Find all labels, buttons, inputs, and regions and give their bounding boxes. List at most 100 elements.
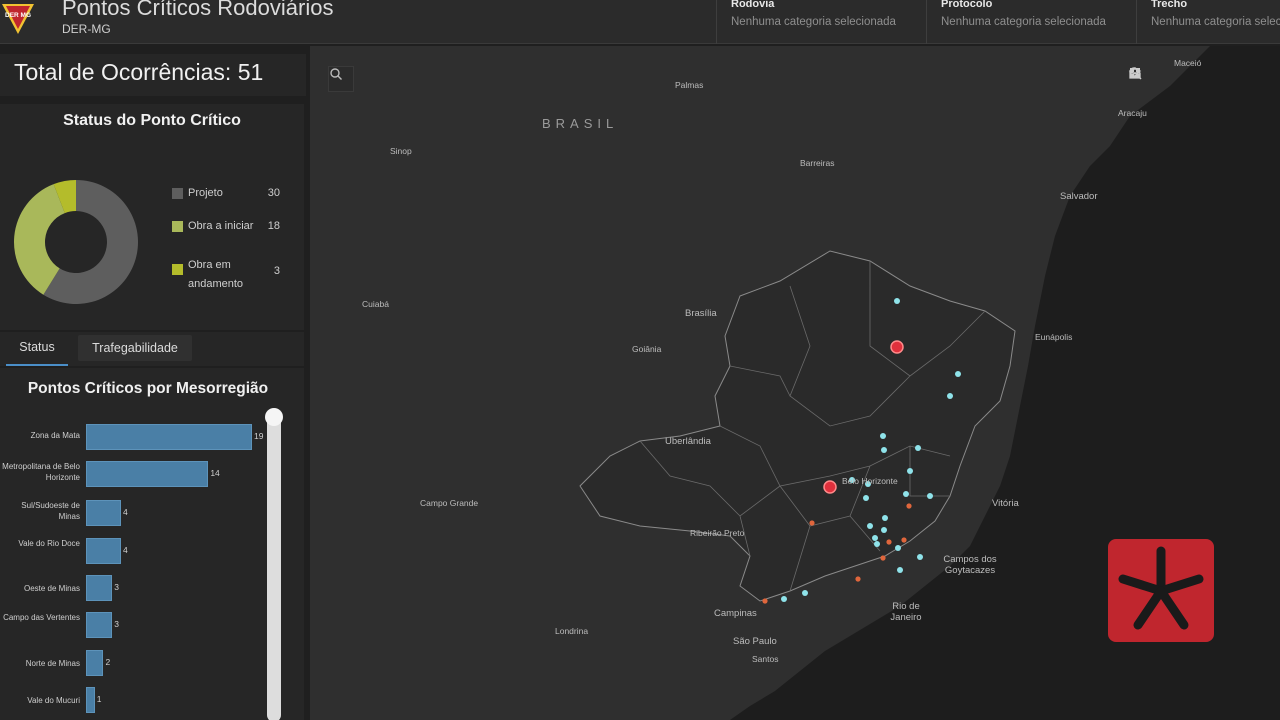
- map-point[interactable]: [886, 539, 892, 545]
- map-toolbar: [1128, 66, 1268, 94]
- tab-status[interactable]: Status: [6, 332, 68, 366]
- map-point[interactable]: [802, 590, 808, 596]
- bar[interactable]: [86, 424, 252, 450]
- map-point[interactable]: [872, 535, 878, 541]
- bar-label: Vale do Mucuri: [27, 696, 80, 705]
- bar-value: 2: [105, 657, 111, 667]
- bar[interactable]: [86, 575, 113, 601]
- city-label: Palmas: [675, 80, 704, 90]
- city-label: Campos dos Goytacazes: [943, 554, 997, 576]
- bar-label: Campo das Vertentes: [3, 613, 80, 622]
- bar-row-vale-do-mucuri[interactable]: Vale do Mucuri 1: [0, 687, 290, 713]
- bar-row-zona-da-mata[interactable]: Zona da Mata 19: [0, 424, 290, 450]
- map-point[interactable]: [917, 554, 923, 560]
- bar[interactable]: [86, 612, 113, 638]
- map-layers-button[interactable]: [1128, 66, 1240, 94]
- city-label: Campo Grande: [420, 498, 479, 508]
- legend-name: Obra em andamento: [188, 259, 244, 290]
- map-point[interactable]: [906, 503, 912, 509]
- map-point[interactable]: [897, 567, 903, 573]
- grid-icon: [1130, 68, 1140, 78]
- bar-value: 3: [114, 582, 119, 592]
- status-donut-chart: [14, 180, 138, 304]
- map-zoom-icon: [330, 68, 342, 80]
- app-title: Pontos Críticos Rodoviários: [62, 0, 334, 20]
- svg-text:DER MG: DER MG: [5, 12, 31, 19]
- legend-item-obra-em-andamento[interactable]: Obra em andamento 3: [172, 256, 292, 296]
- filter-value: Nenhuma categoria seleciona: [1151, 16, 1280, 28]
- app-root: DER MG Pontos Críticos Rodoviários DER-M…: [0, 0, 1280, 720]
- legend-value: 30: [267, 187, 280, 199]
- map-point[interactable]: [947, 393, 953, 399]
- bar-value: 1: [96, 694, 102, 704]
- map-point[interactable]: [762, 598, 768, 604]
- city-label: Cuiabá: [362, 299, 389, 309]
- chart-scrollbar[interactable]: [267, 410, 281, 720]
- bar-label: Oeste de Minas: [23, 584, 80, 593]
- city-label: Campinas: [714, 608, 757, 619]
- filter-label: Protocolo: [941, 0, 993, 10]
- tab-trafegabilidade[interactable]: Trafegabilidade: [78, 335, 192, 361]
- bar-row-campo-das-vertentes[interactable]: Campo das Vertentes 3: [0, 612, 290, 638]
- city-label: São Paulo: [733, 636, 777, 647]
- map-point[interactable]: [809, 520, 815, 526]
- city-label: Belo Horizonte: [842, 476, 898, 486]
- bar[interactable]: [86, 461, 209, 487]
- filter-label: Rodovia: [731, 0, 775, 10]
- panel-tabs: Status Trafegabilidade: [0, 332, 304, 366]
- map-point[interactable]: [927, 493, 933, 499]
- city-label: Aracaju: [1118, 108, 1147, 118]
- map-point[interactable]: [907, 468, 913, 474]
- map-point[interactable]: [890, 340, 904, 354]
- map-point[interactable]: [855, 576, 861, 582]
- bar-row-norte-de-minas[interactable]: Norte de Minas 2: [0, 650, 290, 676]
- map-point[interactable]: [915, 445, 921, 451]
- map-point[interactable]: [880, 555, 886, 561]
- bar[interactable]: [86, 500, 121, 526]
- bar-row-metropolitana-de-belo-horizonte[interactable]: Metropolitana de Belo Horizonte 14: [0, 461, 290, 487]
- city-label: Goiânia: [632, 344, 662, 354]
- bar[interactable]: [86, 538, 121, 564]
- bar-row-sul-sudoeste-de-minas[interactable]: Sul/Sudoeste de Minas 4: [0, 500, 290, 526]
- mesorregiao-card: Pontos Críticos por Mesorregião Zona da …: [0, 368, 304, 720]
- bar[interactable]: [86, 687, 95, 713]
- bar[interactable]: [86, 650, 104, 676]
- map-point[interactable]: [894, 298, 900, 304]
- city-label: Ribeirão Preto: [690, 528, 745, 538]
- map-point[interactable]: [874, 541, 880, 547]
- city-label: Maceió: [1174, 58, 1202, 68]
- map-point[interactable]: [882, 515, 888, 521]
- bar-label: Vale do Rio Doce: [18, 539, 80, 548]
- map-point[interactable]: [867, 523, 873, 529]
- map-point[interactable]: [901, 537, 907, 543]
- map-point[interactable]: [880, 433, 886, 439]
- filter-trecho[interactable]: Trecho Nenhuma categoria seleciona: [1136, 0, 1280, 44]
- bar-value: 4: [122, 507, 128, 517]
- map-point[interactable]: [955, 371, 961, 377]
- filter-label: Trecho: [1151, 0, 1188, 10]
- map-point[interactable]: [823, 480, 837, 494]
- map-point[interactable]: [881, 527, 887, 533]
- bar-row-oeste-de-minas[interactable]: Oeste de Minas 3: [0, 575, 290, 601]
- map-basemap-button[interactable]: [1130, 66, 1268, 94]
- filter-protocolo[interactable]: Protocolo Nenhuma categoria selecionada: [926, 0, 1136, 44]
- map-legend-button[interactable]: [1130, 66, 1212, 94]
- scrollbar-handle[interactable]: [265, 408, 283, 426]
- legend-value: 18: [267, 220, 280, 232]
- legend-swatch: [172, 264, 183, 275]
- city-label: Londrina: [555, 626, 589, 636]
- city-label: Barreiras: [800, 158, 835, 168]
- map-search-toggle[interactable]: [328, 66, 354, 92]
- filter-rodovia[interactable]: Rodovia Nenhuma categoria selecionada: [716, 0, 926, 44]
- map-point[interactable]: [903, 491, 909, 497]
- map-point[interactable]: [863, 495, 869, 501]
- map-point[interactable]: [781, 596, 787, 602]
- status-card: Status do Ponto Crítico Projeto 30 Obra …: [0, 104, 304, 330]
- map-home-button[interactable]: [1129, 66, 1184, 94]
- city-label: Sinop: [390, 146, 412, 156]
- bar-row-vale-do-rio-doce[interactable]: Vale do Rio Doce 4: [0, 538, 290, 564]
- map-point[interactable]: [881, 447, 887, 453]
- map-point[interactable]: [895, 545, 901, 551]
- legend-name: Projeto: [188, 187, 223, 199]
- bar-value: 4: [122, 545, 128, 555]
